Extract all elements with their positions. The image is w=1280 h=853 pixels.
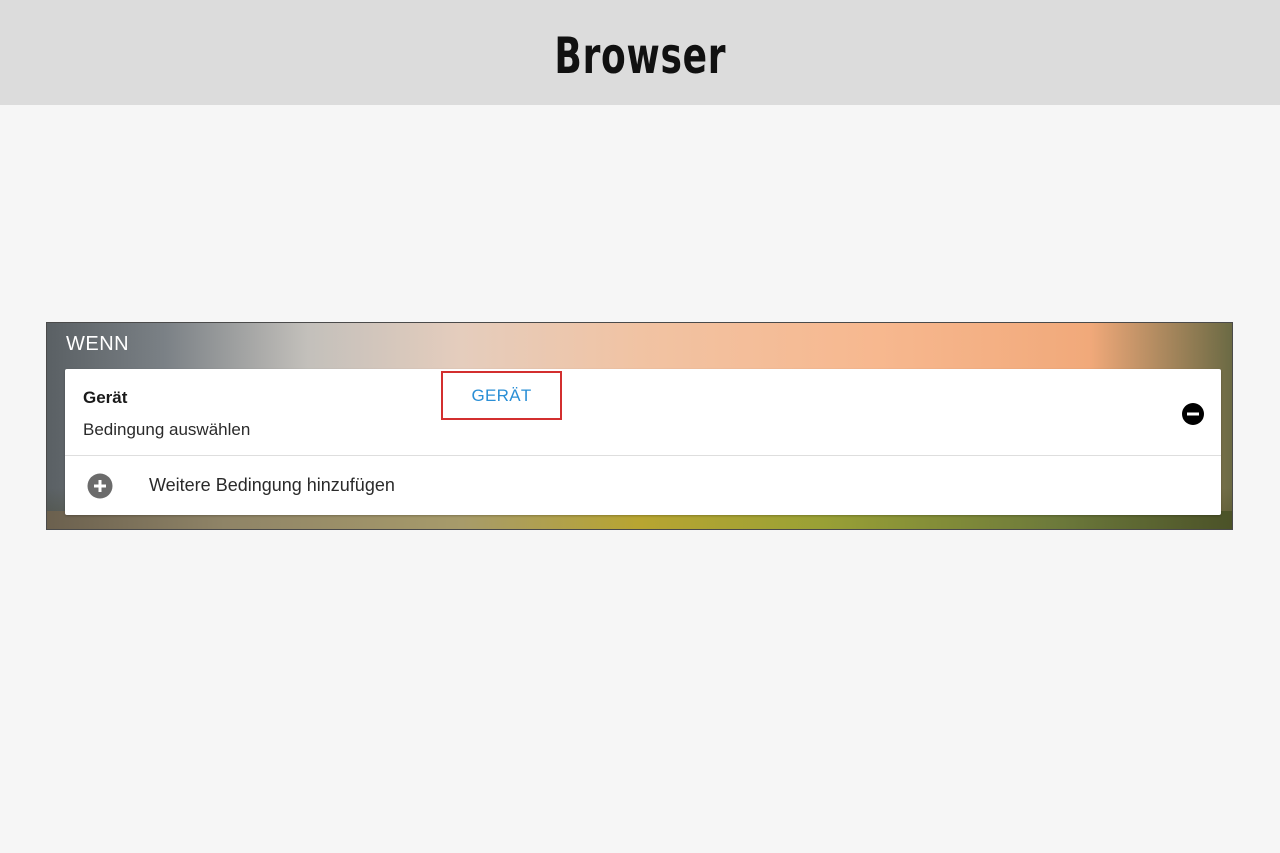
top-banner: Browser: [0, 0, 1280, 105]
add-condition-label: Weitere Bedingung hinzufügen: [149, 475, 395, 495]
condition-title: Gerät: [83, 388, 128, 407]
plus-circle-icon: [87, 473, 113, 499]
condition-subtitle: Bedingung auswählen: [83, 420, 251, 439]
condition-card: Gerät Bedingung auswählen GERÄT Weitere …: [65, 369, 1221, 515]
condition-row[interactable]: Gerät Bedingung auswählen GERÄT: [65, 369, 1221, 456]
minus-circle-icon: [1182, 403, 1204, 425]
remove-condition-button[interactable]: [1181, 402, 1205, 426]
wenn-panel: WENN Gerät Bedingung auswählen GERÄT Wei…: [46, 322, 1233, 530]
banner-title: Browser: [554, 26, 726, 85]
wenn-header: WENN: [66, 333, 130, 355]
add-condition-row[interactable]: Weitere Bedingung hinzufügen: [65, 456, 1221, 515]
device-button[interactable]: GERÄT: [441, 371, 562, 420]
